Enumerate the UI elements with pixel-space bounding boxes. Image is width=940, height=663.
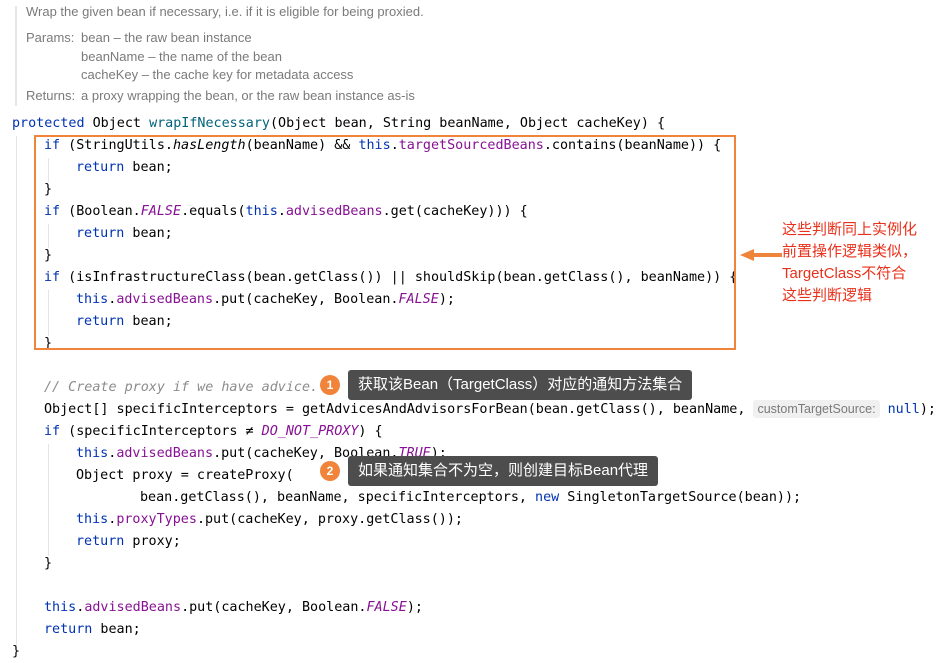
code-line: }: [44, 556, 53, 571]
step-badge-2: 2: [320, 461, 340, 481]
arrow-left-icon: [740, 249, 782, 261]
code-line: return proxy;: [76, 534, 181, 549]
code-line-method-signature: protected Object wrapIfNecessary(Object …: [12, 116, 666, 131]
box-annotation-note: 这些判断同上实例化 前置操作逻辑类似， TargetClass不符合 这些判断逻…: [782, 219, 917, 307]
annotation-tooltip-2: 如果通知集合不为空，则创建目标Bean代理: [348, 456, 659, 486]
code-line: return bean;: [44, 622, 141, 637]
note-line: 这些判断逻辑: [782, 287, 873, 304]
highlight-box: [34, 135, 736, 350]
note-line: 前置操作逻辑类似，: [782, 243, 918, 260]
note-line: 这些判断同上实例化: [782, 221, 918, 238]
code-line: Object[] specificInterceptors = getAdvic…: [44, 400, 936, 418]
parameter-hint: customTargetSource:: [753, 400, 880, 418]
code-line: bean.getClass(), beanName, specificInter…: [140, 490, 802, 505]
code-line: Object proxy = createProxy(: [76, 468, 294, 483]
code-comment: // Create proxy if we have advice.: [44, 380, 319, 395]
annotation-tooltip-1: 获取该Bean（TargetClass）对应的通知方法集合: [348, 370, 693, 400]
step-badge-1: 1: [320, 375, 340, 395]
code-line: if (specificInterceptors ≠ DO_NOT_PROXY)…: [44, 424, 383, 439]
note-line: TargetClass不符合: [782, 265, 907, 282]
code-line: this.proxyTypes.put(cacheKey, proxy.getC…: [76, 512, 463, 527]
code-line: this.advisedBeans.put(cacheKey, Boolean.…: [44, 600, 423, 615]
